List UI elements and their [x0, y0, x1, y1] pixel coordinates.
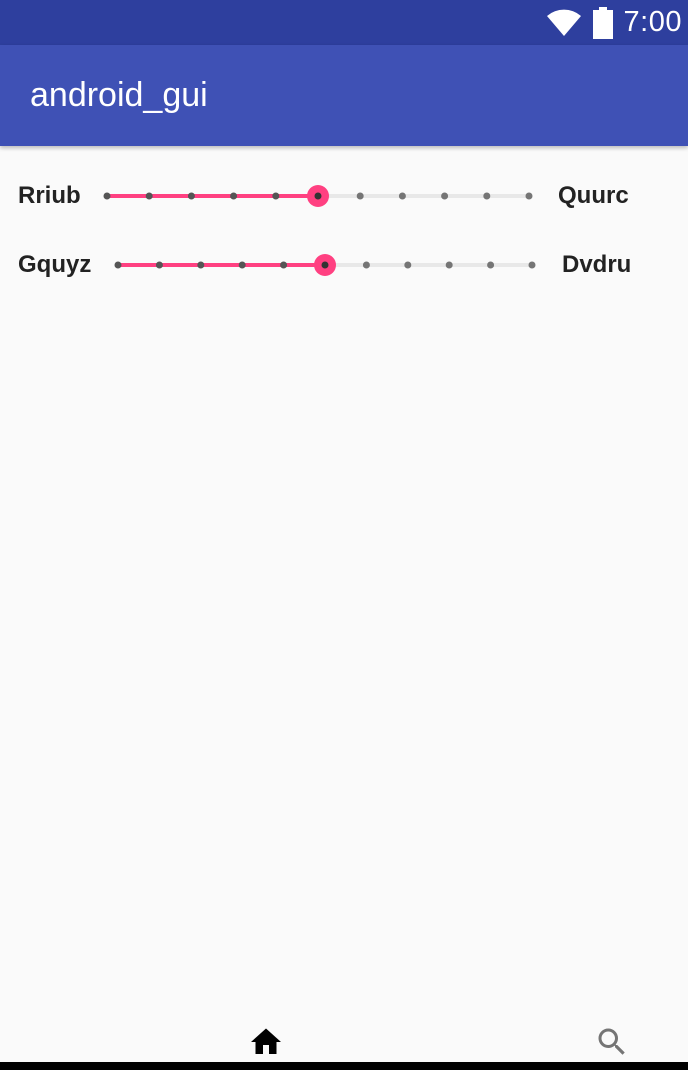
- slider-tick: [272, 192, 280, 200]
- status-time: 7:00: [623, 6, 682, 38]
- search-icon[interactable]: [594, 1024, 630, 1060]
- slider-1[interactable]: [98, 166, 538, 226]
- battery-icon: [592, 6, 613, 39]
- slider-2-right-label: Dvdru: [562, 251, 632, 278]
- slider-tick: [230, 192, 238, 200]
- slider-tick: [441, 192, 449, 200]
- slider-1-left-label: Rriub: [18, 182, 81, 209]
- slider-tick: [528, 261, 536, 269]
- slider-tick: [145, 192, 153, 200]
- wifi-icon: [546, 9, 581, 36]
- slider-tick: [197, 261, 205, 269]
- home-icon[interactable]: [248, 1024, 284, 1060]
- slider-tick: [404, 261, 412, 269]
- slider-tick: [362, 261, 370, 269]
- app-title: android_gui: [30, 76, 208, 114]
- slider-tick: [238, 261, 246, 269]
- content-area: Rriub Quurc Gquyz Dvdru: [0, 146, 688, 1036]
- slider-tick: [487, 261, 495, 269]
- slider-1-right-label: Quurc: [558, 182, 629, 209]
- slider-tick: [187, 192, 195, 200]
- bottom-nav: [0, 1010, 688, 1062]
- slider-tick: [114, 261, 122, 269]
- system-nav-bar: [0, 1062, 688, 1070]
- slider-tick: [314, 192, 322, 200]
- slider-tick: [445, 261, 453, 269]
- slider-tick: [398, 192, 406, 200]
- slider-row-1: Rriub Quurc: [0, 166, 688, 226]
- slider-tick: [525, 192, 533, 200]
- app-bar: android_gui: [0, 45, 688, 146]
- slider-tick: [321, 261, 329, 269]
- slider-2-left-label: Gquyz: [18, 251, 92, 278]
- slider-tick: [103, 192, 111, 200]
- slider-tick: [483, 192, 491, 200]
- slider-2[interactable]: [108, 235, 548, 295]
- slider-tick: [356, 192, 364, 200]
- slider-tick: [155, 261, 163, 269]
- status-bar: 7:00: [0, 0, 688, 45]
- slider-row-2: Gquyz Dvdru: [0, 235, 688, 295]
- slider-tick: [280, 261, 288, 269]
